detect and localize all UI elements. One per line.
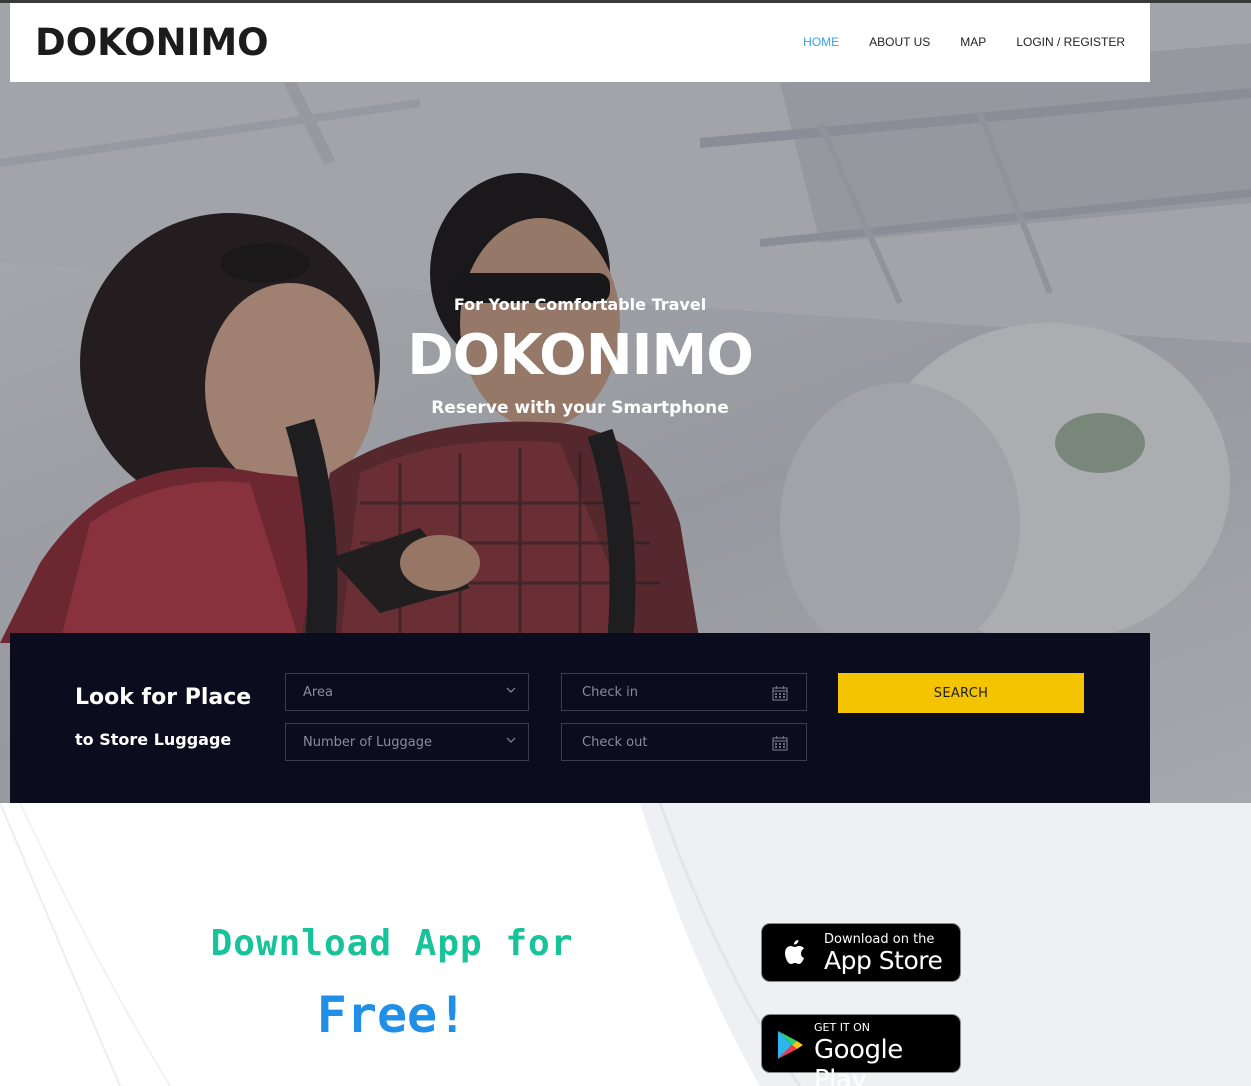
checkin-field[interactable]: Check in (561, 673, 807, 711)
nav-map[interactable]: MAP (960, 35, 986, 49)
search-subtitle: to Store Luggage (75, 730, 232, 749)
chevron-down-icon (506, 687, 516, 693)
nav-home[interactable]: HOME (803, 35, 839, 49)
nav-login-register[interactable]: LOGIN / REGISTER (1016, 35, 1125, 49)
google-play-icon (778, 1031, 803, 1059)
main-nav: HOME ABOUT US MAP LOGIN / REGISTER (803, 35, 1125, 49)
search-panel: Look for Place to Store Luggage Area Num… (10, 633, 1150, 803)
app-store-big-text: App Store (824, 946, 943, 975)
download-heading: Download App for (210, 923, 574, 964)
hero-subtitle: Reserve with your Smartphone (431, 398, 729, 418)
chevron-down-icon (506, 737, 516, 743)
hero-title: DOKONIMO (407, 323, 754, 388)
hero-tagline: For Your Comfortable Travel (453, 295, 707, 314)
checkout-field[interactable]: Check out (561, 723, 807, 761)
navbar: DOKONIMO HOME ABOUT US MAP LOGIN / REGIS… (10, 3, 1150, 82)
app-store-small-text: Download on the (824, 932, 935, 947)
brand-logo[interactable]: DOKONIMO (35, 21, 269, 64)
area-placeholder: Area (303, 685, 333, 700)
calendar-icon (772, 686, 788, 701)
apple-icon (785, 940, 804, 964)
app-store-button[interactable]: Download on the App Store (761, 923, 961, 982)
checkin-placeholder: Check in (582, 685, 638, 700)
calendar-icon (772, 736, 788, 751)
luggage-select[interactable]: Number of Luggage (285, 723, 529, 761)
area-select[interactable]: Area (285, 673, 529, 711)
download-section: Download App for Free! Download on the A… (0, 803, 1251, 1086)
google-play-big-text: Google Play (814, 1035, 903, 1086)
google-play-small-text: GET IT ON (814, 1021, 871, 1034)
search-title: Look for Place (75, 685, 252, 710)
checkout-placeholder: Check out (582, 735, 648, 750)
search-button[interactable]: SEARCH (838, 673, 1084, 713)
nav-about-us[interactable]: ABOUT US (869, 35, 930, 49)
luggage-placeholder: Number of Luggage (303, 735, 432, 750)
google-play-button[interactable]: GET IT ON Google Play (761, 1014, 961, 1086)
download-free-text: Free! (316, 986, 468, 1044)
